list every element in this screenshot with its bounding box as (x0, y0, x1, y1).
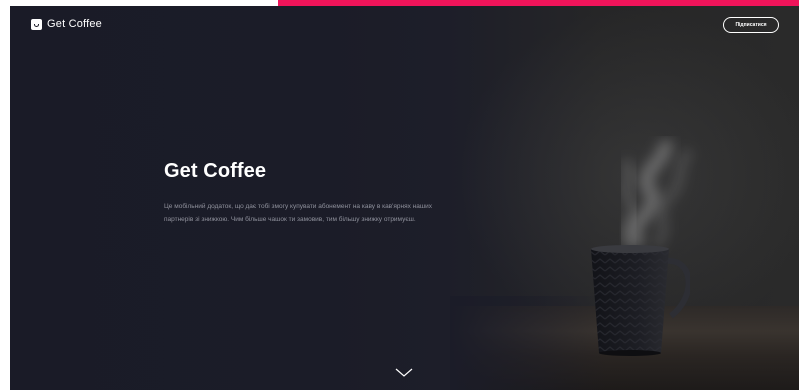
coffee-cup-illustration (591, 245, 690, 356)
brand-name: Get Coffee (47, 18, 102, 30)
top-navigation: Get Coffee Підписатися (10, 6, 799, 42)
hero-title: Get Coffee (164, 160, 267, 182)
steam-illustration (620, 139, 694, 252)
chevron-down-icon[interactable] (395, 368, 413, 378)
subscribe-button[interactable]: Підписатися (723, 17, 779, 33)
landing-page: Get Coffee Підписатися Get Coffee Це моб… (0, 0, 799, 390)
brand-logo[interactable]: Get Coffee (31, 18, 102, 30)
hero-section: Get Coffee Підписатися Get Coffee Це моб… (10, 6, 799, 390)
hero-description: Це мобільний додаток, що дає тобі змогу … (164, 203, 432, 223)
coffee-cup-icon (31, 18, 42, 30)
